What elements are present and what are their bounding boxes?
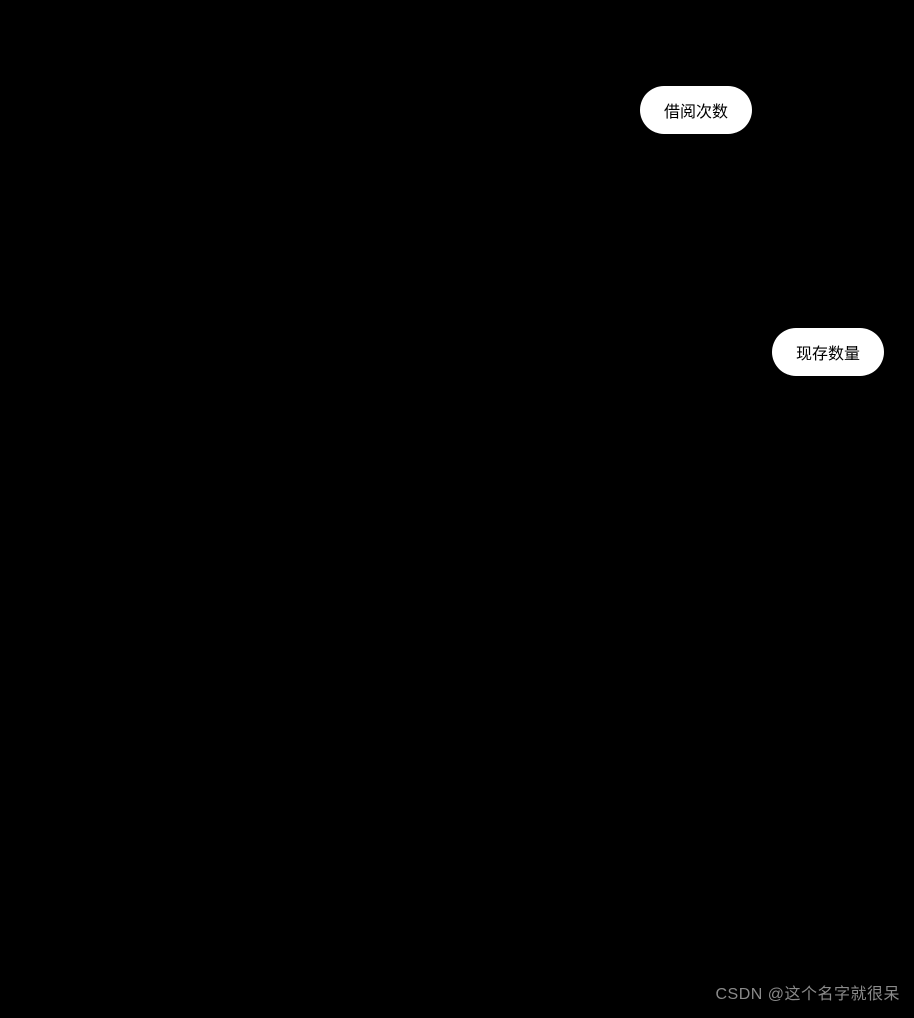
node-borrow-count: 借阅次数 [640,86,752,134]
node-stock-count: 现存数量 [772,328,884,376]
watermark-text: CSDN @这个名字就很呆 [715,980,900,1004]
